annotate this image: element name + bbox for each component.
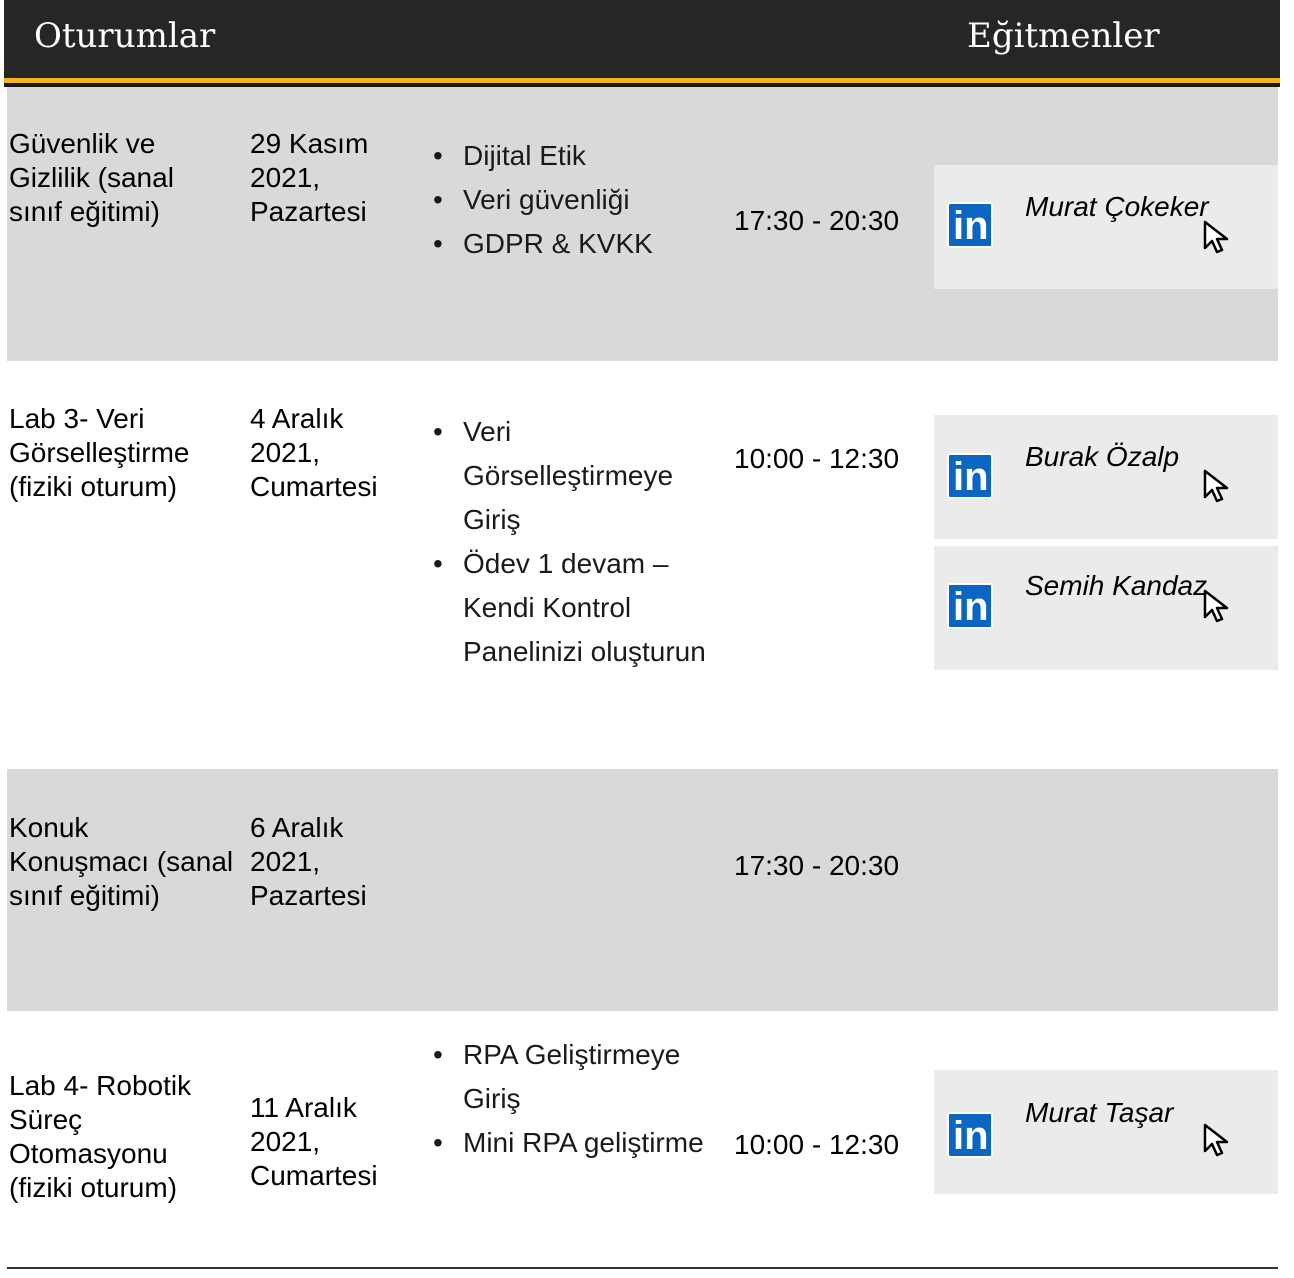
- session-time: 17:30 - 20:30: [734, 850, 900, 881]
- session-time: 10:00 - 12:30: [734, 443, 900, 474]
- topic-list: Veri Görselleştirmeye Giriş Ödev 1 devam…: [427, 410, 717, 674]
- topic-item: Ödev 1 devam – Kendi Kontrol Panelinizi …: [427, 542, 717, 674]
- topic-list: RPA Geliştirmeye Giriş Mini RPA geliştir…: [427, 1033, 717, 1165]
- instructor-name[interactable]: Murat Çokeker: [1025, 188, 1215, 226]
- session-date: 4 Aralık 2021, Cumartesi: [250, 403, 378, 502]
- session-date: 29 Kasım 2021, Pazartesi: [250, 128, 369, 227]
- topic-item: RPA Geliştirmeye Giriş: [427, 1033, 717, 1121]
- session-title: Güvenlik ve Gizlilik (sanal sınıf eğitim…: [9, 128, 174, 227]
- session-date: 6 Aralık 2021, Pazartesi: [250, 812, 367, 911]
- topic-item: Dijital Etik: [427, 134, 717, 178]
- sessions-heading: Oturumlar: [34, 16, 216, 56]
- topic-list: Dijital Etik Veri güvenliği GDPR & KVKK: [427, 134, 717, 266]
- instructor-card[interactable]: in Burak Özalp: [934, 415, 1278, 539]
- session-row-3: Konuk Konuşmacı (sanal sınıf eğitimi) 6 …: [7, 769, 1278, 1011]
- instructor-name[interactable]: Semih Kandaz: [1025, 567, 1215, 605]
- session-time: 17:30 - 20:30: [734, 205, 900, 236]
- topic-item: GDPR & KVKK: [427, 222, 717, 266]
- instructor-card[interactable]: in Murat Taşar: [934, 1070, 1278, 1194]
- pointer-cursor-icon: [1203, 220, 1229, 254]
- session-title: Lab 3- Veri Görselleştirme (fiziki oturu…: [9, 403, 190, 502]
- instructor-name[interactable]: Murat Taşar: [1025, 1094, 1225, 1132]
- session-title: Lab 4- Robotik Süreç Otomasyonu (fiziki …: [9, 1070, 192, 1203]
- linkedin-icon[interactable]: in: [947, 583, 993, 629]
- instructor-card[interactable]: in Semih Kandaz: [934, 546, 1278, 670]
- topic-item: Veri Görselleştirmeye Giriş: [427, 410, 717, 542]
- instructors-heading: Eğitmenler: [967, 16, 1160, 56]
- instructor-card[interactable]: in Murat Çokeker: [934, 165, 1278, 289]
- linkedin-icon[interactable]: in: [947, 1112, 993, 1158]
- session-time: 10:00 - 12:30: [734, 1129, 900, 1160]
- session-date: 11 Aralık 2021, Cumartesi: [250, 1092, 378, 1191]
- topic-item: Mini RPA geliştirme: [427, 1121, 717, 1165]
- topic-item: Veri güvenliği: [427, 178, 717, 222]
- pointer-cursor-icon: [1203, 589, 1229, 623]
- pointer-cursor-icon: [1203, 1123, 1229, 1157]
- pointer-cursor-icon: [1203, 469, 1229, 503]
- linkedin-icon[interactable]: in: [947, 453, 993, 499]
- session-title: Konuk Konuşmacı (sanal sınıf eğitimi): [9, 812, 234, 911]
- linkedin-icon[interactable]: in: [947, 202, 993, 248]
- instructor-name[interactable]: Burak Özalp: [1025, 438, 1215, 476]
- table-bottom-rule: [7, 1267, 1278, 1269]
